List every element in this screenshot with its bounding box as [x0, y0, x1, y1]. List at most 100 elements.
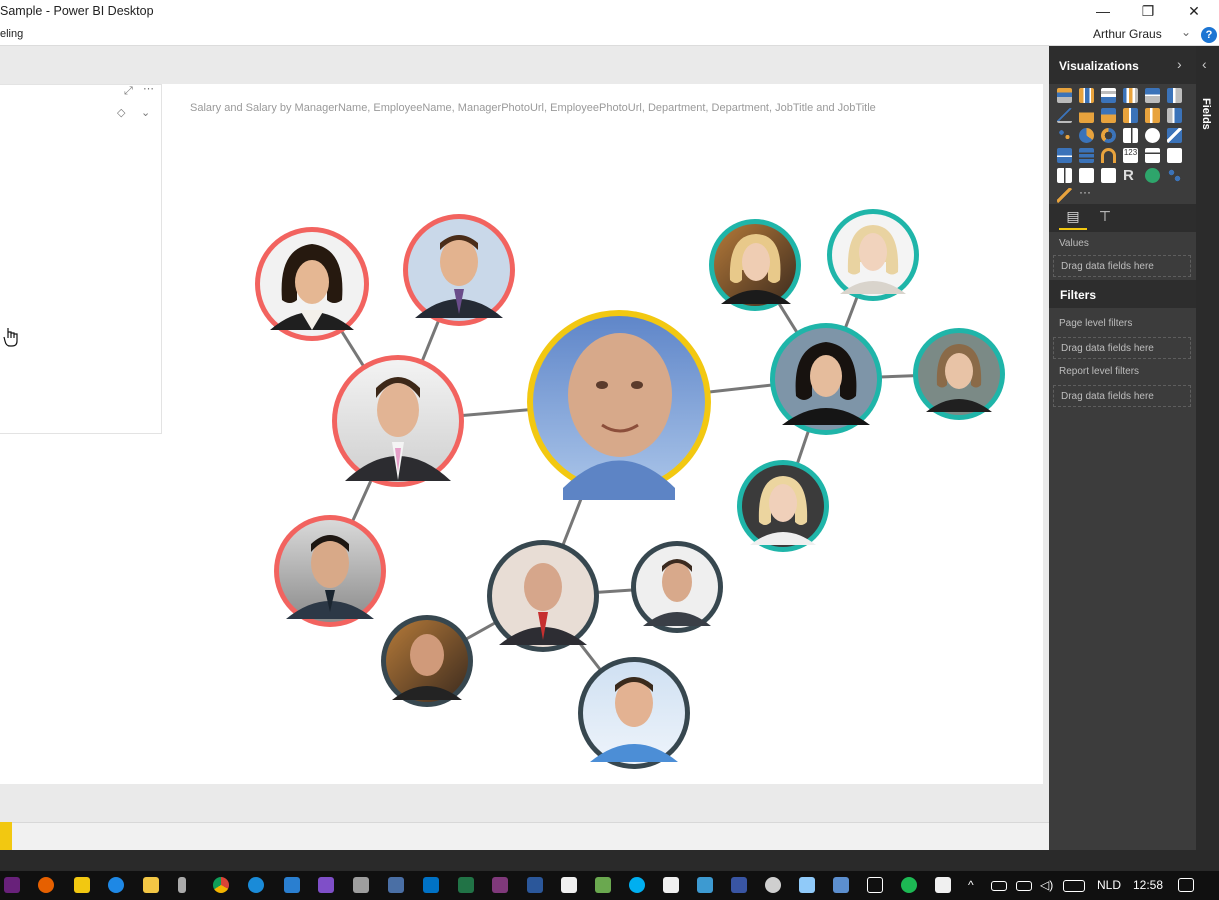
- notepad-icon[interactable]: [935, 877, 951, 893]
- ribbon-chart-icon[interactable]: [1167, 108, 1182, 123]
- multi-row-card-icon[interactable]: [1145, 148, 1160, 163]
- page-tab-active[interactable]: [0, 822, 12, 850]
- line-and-column-chart-icon[interactable]: [1123, 108, 1138, 123]
- network-navigator-icon[interactable]: [1167, 168, 1182, 183]
- network-node-coral-4[interactable]: [274, 515, 386, 627]
- signed-in-user[interactable]: Arthur Graus: [1093, 27, 1162, 41]
- visual-studio-icon[interactable]: [318, 877, 334, 893]
- network-node-coral-2[interactable]: [255, 227, 369, 341]
- donut-chart-icon[interactable]: [1101, 128, 1116, 143]
- help-icon[interactable]: ?: [1201, 27, 1217, 43]
- remote-desktop-icon[interactable]: [388, 877, 404, 893]
- stacked-column-chart-icon[interactable]: [1079, 88, 1094, 103]
- visual-studio-code-icon[interactable]: [4, 877, 20, 893]
- collapse-chevron-icon[interactable]: ›: [1177, 56, 1182, 72]
- network-node-teal-2[interactable]: [709, 219, 801, 311]
- onenote-icon[interactable]: [492, 877, 508, 893]
- screenshot-icon[interactable]: [833, 877, 849, 893]
- minimize-button[interactable]: —: [1080, 0, 1126, 23]
- network-node-center[interactable]: [527, 310, 711, 500]
- maximize-button[interactable]: ❐: [1125, 0, 1171, 23]
- chart-file-icon[interactable]: [595, 877, 611, 893]
- tools-icon[interactable]: [353, 877, 369, 893]
- network-icon[interactable]: [991, 881, 1007, 891]
- values-label: Values: [1059, 238, 1089, 249]
- stacked-area-chart-icon[interactable]: [1101, 108, 1116, 123]
- close-button[interactable]: ✕: [1171, 0, 1217, 23]
- excel-icon[interactable]: [458, 877, 474, 893]
- format-paint-roller-icon[interactable]: ⊤: [1091, 208, 1119, 230]
- app-icon[interactable]: [697, 877, 713, 893]
- scatter-chart-icon[interactable]: [1057, 128, 1072, 143]
- pie-chart-icon[interactable]: [1079, 128, 1094, 143]
- expand-chevron-icon[interactable]: ‹: [1202, 56, 1207, 72]
- fields-tab-icon[interactable]: ▤: [1059, 208, 1087, 230]
- network-node-dark-4[interactable]: [578, 657, 690, 769]
- network-node-teal-1[interactable]: [770, 323, 882, 435]
- chrome-icon[interactable]: [213, 877, 229, 893]
- 100-bar-chart-icon[interactable]: [1145, 88, 1160, 103]
- language-indicator[interactable]: NLD: [1097, 878, 1121, 892]
- network-node-teal-5[interactable]: [737, 460, 829, 552]
- slicer-icon[interactable]: [1057, 168, 1072, 183]
- action-center-icon[interactable]: [1178, 878, 1194, 892]
- tray-chevron-up-icon[interactable]: ^: [968, 878, 974, 892]
- matrix-icon[interactable]: [1101, 168, 1116, 183]
- more-visuals-icon[interactable]: ···: [1079, 185, 1091, 199]
- filled-map-icon[interactable]: [1167, 128, 1182, 143]
- network-navigator-visual[interactable]: [0, 0, 1049, 850]
- network-node-dark-2[interactable]: [381, 615, 473, 707]
- vs-code-blue-icon[interactable]: [284, 877, 300, 893]
- network-node-dark-3[interactable]: [631, 541, 723, 633]
- internet-explorer-icon[interactable]: [248, 877, 264, 893]
- clock[interactable]: 12:58: [1133, 878, 1163, 892]
- r-visual-icon[interactable]: R: [1123, 168, 1138, 183]
- line-chart-icon[interactable]: [1057, 108, 1072, 123]
- search-tool-icon[interactable]: [765, 877, 781, 893]
- report-filters-drop-zone[interactable]: Drag data fields here: [1053, 385, 1191, 407]
- file-explorer-icon[interactable]: [143, 877, 159, 893]
- file-icon[interactable]: [561, 877, 577, 893]
- map-icon[interactable]: [1145, 128, 1160, 143]
- pen-tool-icon[interactable]: [178, 877, 186, 893]
- skype-icon[interactable]: [629, 877, 645, 893]
- shape-map-icon[interactable]: [1057, 148, 1072, 163]
- page-filters-drop-zone[interactable]: Drag data fields here: [1053, 337, 1191, 359]
- table-icon[interactable]: [1079, 168, 1094, 183]
- keyboard-icon[interactable]: [1063, 880, 1085, 892]
- power-bi-icon[interactable]: [74, 877, 90, 893]
- kpi-icon[interactable]: [1167, 148, 1182, 163]
- fields-pane-collapsed[interactable]: ‹ Fields: [1196, 46, 1219, 850]
- document-icon[interactable]: [663, 877, 679, 893]
- cube-icon[interactable]: [799, 877, 815, 893]
- 100-column-chart-icon[interactable]: [1167, 88, 1182, 103]
- spotify-icon[interactable]: [901, 877, 917, 893]
- line-and-clustered-column-icon[interactable]: [1145, 108, 1160, 123]
- edge-icon[interactable]: [108, 877, 124, 893]
- outlook-icon[interactable]: [423, 877, 439, 893]
- network-node-dark-1[interactable]: [487, 540, 599, 652]
- gauge-icon[interactable]: [1101, 148, 1116, 163]
- network-node-coral-3[interactable]: [403, 214, 515, 326]
- word-icon[interactable]: [527, 877, 543, 893]
- network-node-teal-3[interactable]: [827, 209, 919, 301]
- treemap-icon[interactable]: [1123, 128, 1138, 143]
- globe-map-icon[interactable]: [1145, 168, 1160, 183]
- values-drop-zone[interactable]: Drag data fields here: [1053, 255, 1191, 277]
- chevron-down-icon[interactable]: ⌄: [1181, 25, 1191, 39]
- stacked-bar-chart-icon[interactable]: [1057, 88, 1072, 103]
- network-node-teal-4[interactable]: [913, 328, 1005, 420]
- fn-key-icon[interactable]: [867, 877, 883, 893]
- clustered-bar-chart-icon[interactable]: [1101, 88, 1116, 103]
- fields-pane-label[interactable]: Fields: [1200, 98, 1212, 130]
- network-node-coral-1[interactable]: [332, 355, 464, 487]
- area-chart-icon[interactable]: [1079, 108, 1094, 123]
- card-icon[interactable]: 123: [1123, 148, 1138, 163]
- visio-icon[interactable]: [731, 877, 747, 893]
- custom-visual-icon[interactable]: [1057, 188, 1072, 203]
- firefox-icon[interactable]: [38, 877, 54, 893]
- clustered-column-chart-icon[interactable]: [1123, 88, 1138, 103]
- funnel-icon[interactable]: [1079, 148, 1094, 163]
- volume-icon[interactable]: ◁): [1040, 878, 1053, 892]
- battery-icon[interactable]: [1016, 881, 1032, 891]
